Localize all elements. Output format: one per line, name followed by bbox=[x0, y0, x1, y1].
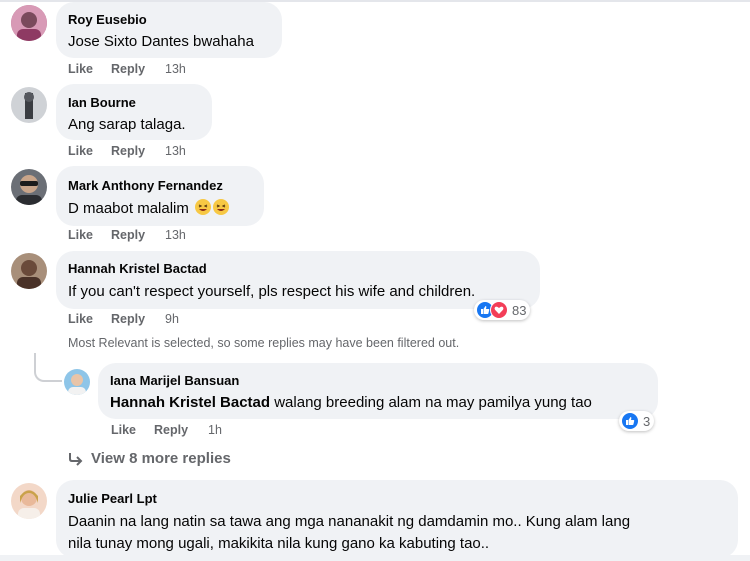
reply-button[interactable]: Reply bbox=[111, 228, 145, 242]
comment-text: Jose Sixto Dantes bwahaha bbox=[68, 33, 254, 50]
bottom-divider bbox=[0, 555, 750, 561]
reactions-badge[interactable]: 83 bbox=[474, 300, 531, 320]
timestamp[interactable]: 9h bbox=[165, 312, 179, 326]
like-button[interactable]: Like bbox=[111, 423, 136, 437]
reply-button[interactable]: Reply bbox=[111, 144, 145, 158]
comment-text: Ang sarap talaga. bbox=[68, 116, 186, 133]
avatar[interactable] bbox=[11, 253, 47, 289]
avatar[interactable] bbox=[11, 87, 47, 123]
avatar[interactable] bbox=[64, 369, 90, 395]
comment-text-line: Daanin na lang natin sa tawa ang mga nan… bbox=[68, 513, 631, 530]
like-button[interactable]: Like bbox=[68, 228, 93, 242]
timestamp[interactable]: 13h bbox=[165, 144, 186, 158]
avatar[interactable] bbox=[11, 169, 47, 205]
reply-thread-line bbox=[34, 353, 62, 382]
view-more-replies-link[interactable]: View 8 more replies bbox=[67, 450, 231, 467]
reply-button[interactable]: Reply bbox=[154, 423, 188, 437]
filter-notice: Most Relevant is selected, so some repli… bbox=[68, 336, 460, 350]
reply-text-body: walang breeding alam na may pamilya yung… bbox=[270, 394, 592, 411]
comment-bubble bbox=[56, 251, 540, 309]
like-button[interactable]: Like bbox=[68, 62, 93, 76]
comment-text-body: D maabot malalim bbox=[68, 200, 189, 217]
like-button[interactable]: Like bbox=[68, 144, 93, 158]
avatar[interactable] bbox=[11, 483, 47, 519]
view-more-label: View 8 more replies bbox=[91, 450, 231, 467]
reply-arrow-icon bbox=[69, 452, 83, 466]
like-button[interactable]: Like bbox=[68, 312, 93, 326]
reaction-count: 83 bbox=[512, 302, 527, 318]
reply-button[interactable]: Reply bbox=[111, 312, 145, 326]
comment-text: If you can't respect yourself, pls respe… bbox=[68, 283, 476, 300]
grinning-squinting-face-icon bbox=[195, 199, 212, 215]
timestamp[interactable]: 13h bbox=[165, 62, 186, 76]
comment-author[interactable]: Julie Pearl Lpt bbox=[68, 491, 157, 506]
reaction-count: 3 bbox=[643, 413, 651, 429]
reactions-badge[interactable]: 3 bbox=[619, 411, 655, 431]
like-reaction-icon bbox=[621, 412, 639, 430]
comment-author[interactable]: Ian Bourne bbox=[68, 95, 136, 110]
avatar[interactable] bbox=[11, 5, 47, 41]
timestamp[interactable]: 1h bbox=[208, 423, 222, 437]
love-reaction-icon bbox=[490, 301, 508, 319]
reply-button[interactable]: Reply bbox=[111, 62, 145, 76]
mention-tag[interactable]: Hannah Kristel Bactad bbox=[110, 394, 270, 411]
comment-author[interactable]: Roy Eusebio bbox=[68, 12, 147, 27]
timestamp[interactable]: 13h bbox=[165, 228, 186, 242]
comment-text-line: nila tunay mong ugali, makikita nila kun… bbox=[68, 535, 490, 552]
comment-text: D maabot malalim bbox=[68, 199, 230, 217]
comment-bubble bbox=[56, 166, 264, 226]
comment-author[interactable]: Iana Marijel Bansuan bbox=[110, 373, 239, 388]
grinning-squinting-face-icon bbox=[213, 199, 230, 215]
comment-text: Hannah Kristel Bactad walang breeding al… bbox=[110, 394, 592, 411]
comment-author[interactable]: Hannah Kristel Bactad bbox=[68, 261, 207, 276]
comment-author[interactable]: Mark Anthony Fernandez bbox=[68, 178, 223, 193]
